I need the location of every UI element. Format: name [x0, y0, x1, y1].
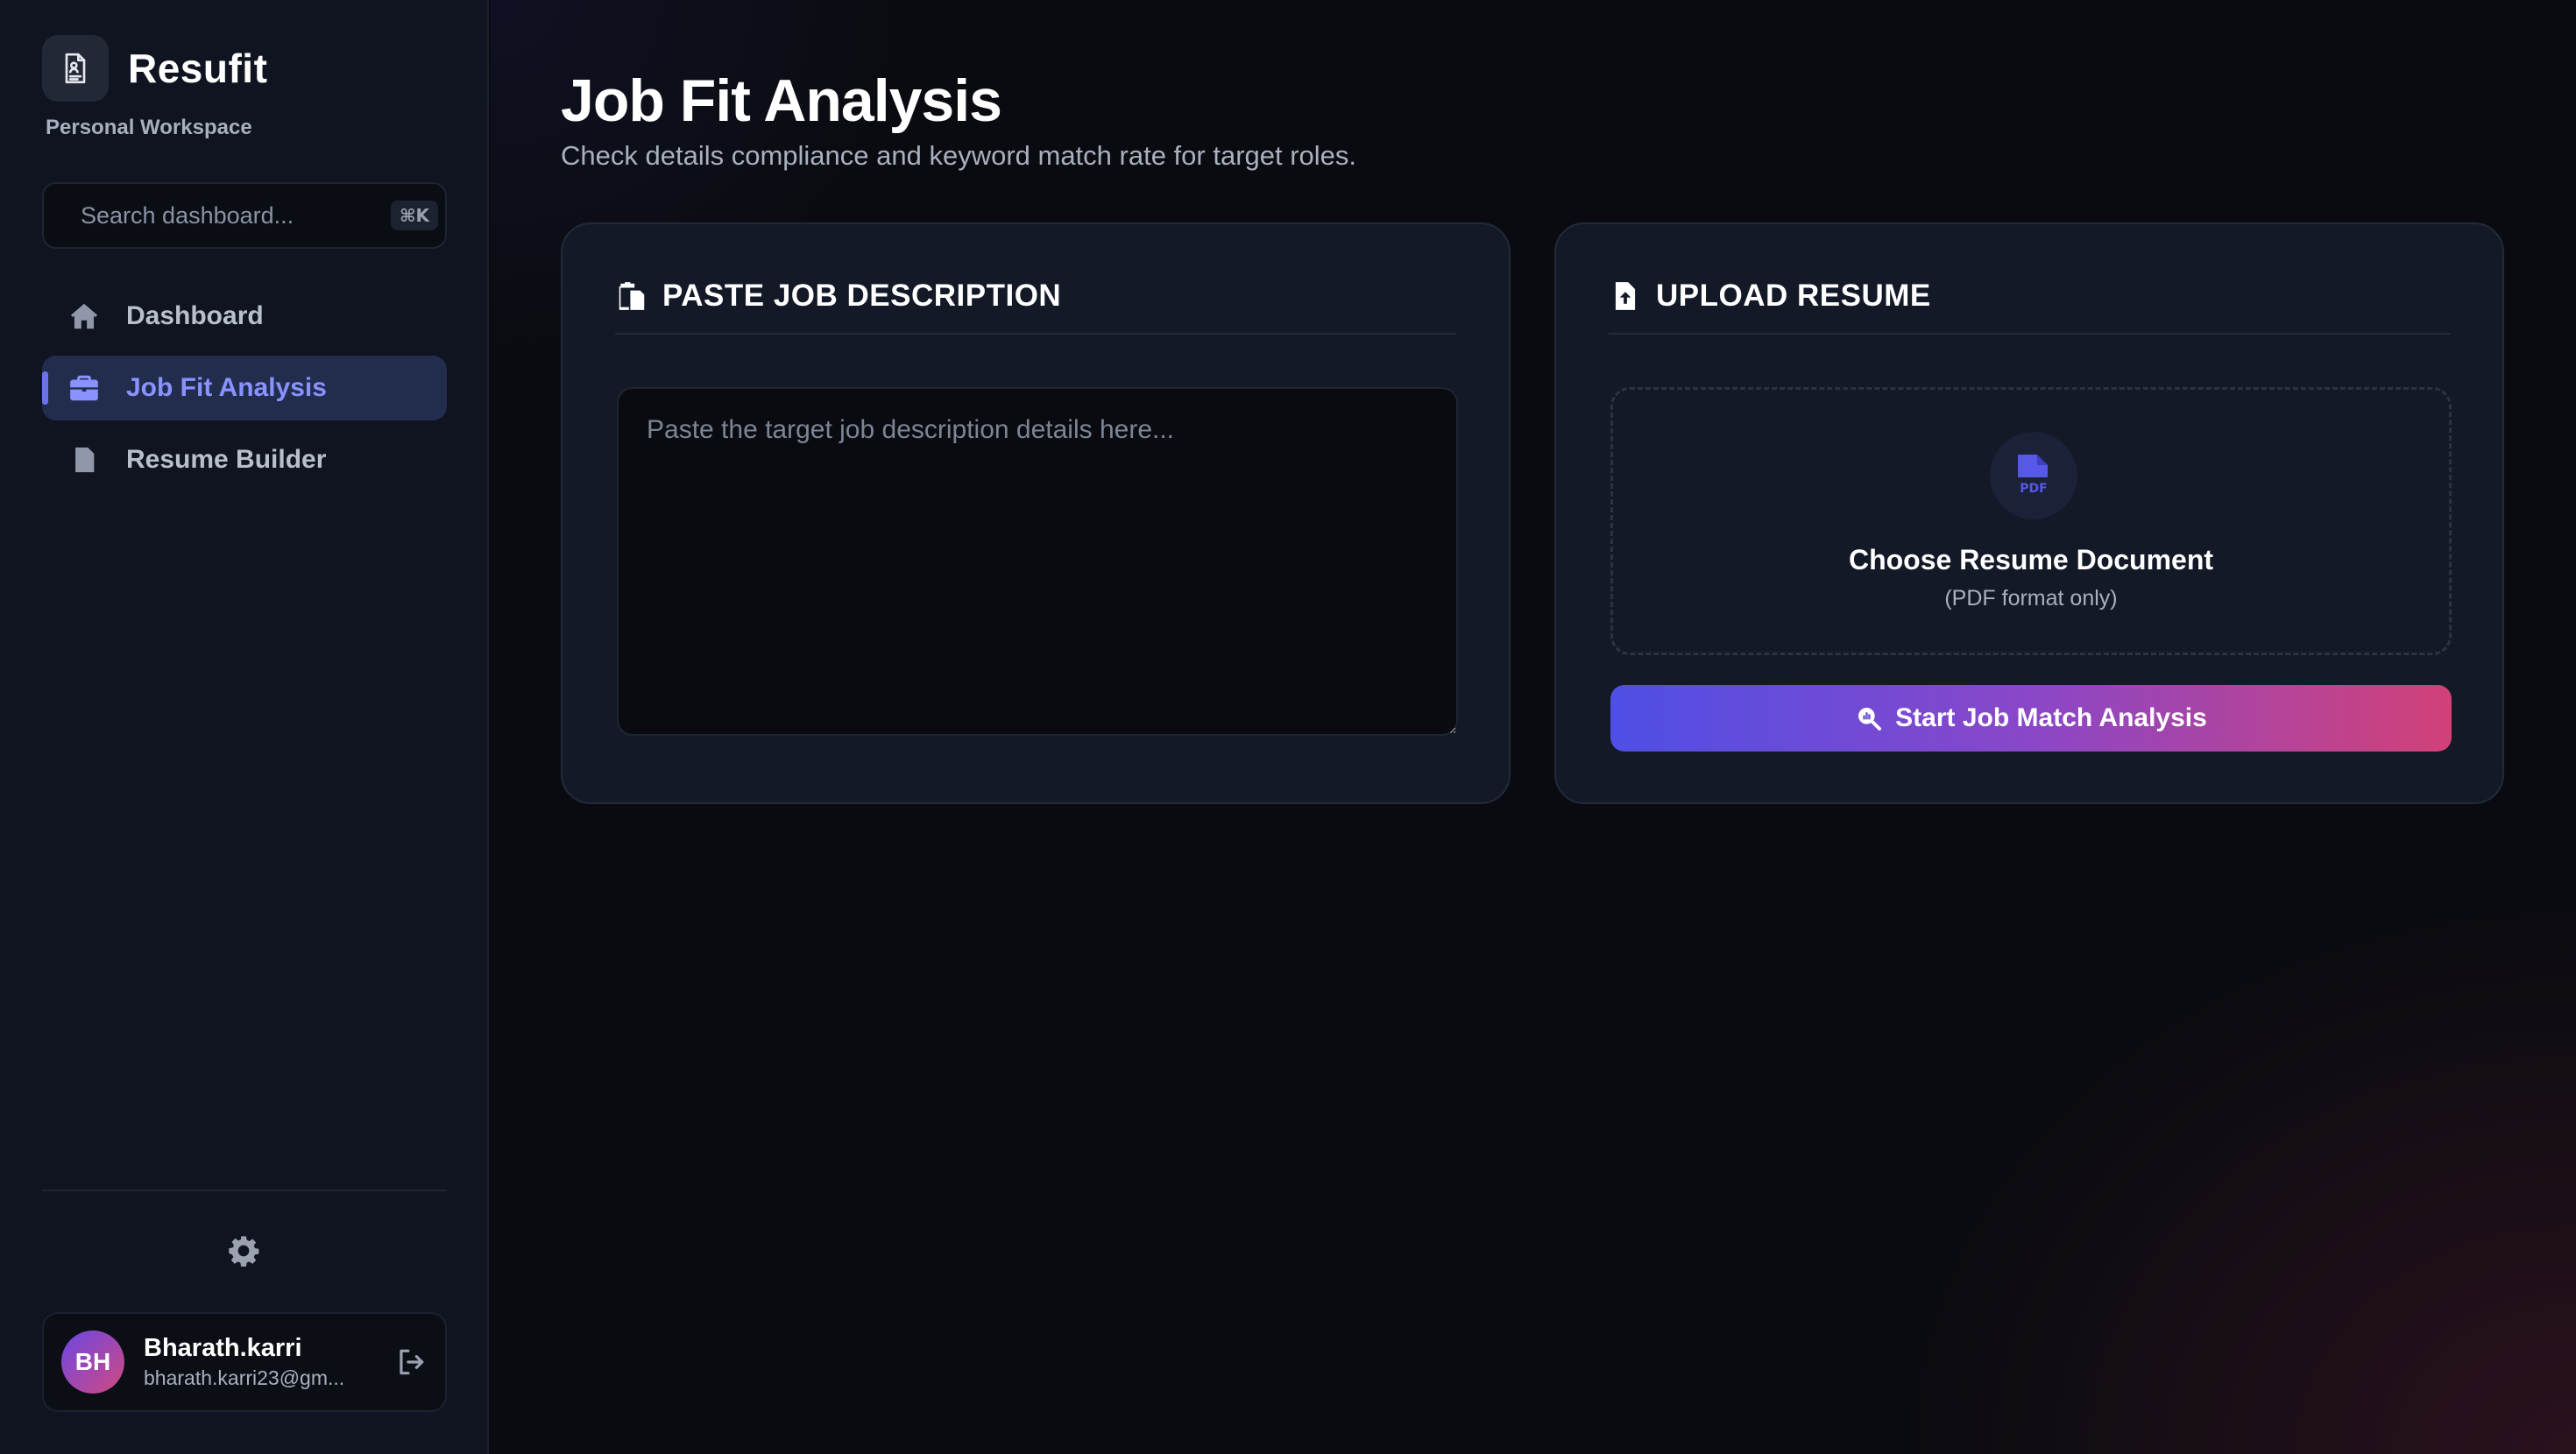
job-description-card: PASTE JOB DESCRIPTION — [561, 222, 1511, 804]
brand[interactable]: Resufit — [42, 35, 267, 102]
upload-resume-card: UPLOAD RESUME PDF Choose Resume Document… — [1554, 222, 2504, 804]
sidebar-nav: Dashboard Job Fit Analysis Resume Builde… — [42, 284, 447, 499]
search-box[interactable]: ⌘K — [42, 182, 447, 249]
user-email: bharath.karri23@gm... — [144, 1366, 345, 1389]
card-title: UPLOAD RESUME — [1656, 279, 1931, 313]
gear-icon[interactable] — [226, 1233, 261, 1268]
start-analysis-button[interactable]: Start Job Match Analysis — [1610, 685, 2452, 752]
home-icon — [67, 299, 102, 334]
clipboard-paste-icon — [619, 282, 645, 310]
svg-text:PDF: PDF — [2020, 482, 2047, 496]
resume-logo-icon — [42, 35, 109, 102]
avatar: BH — [61, 1330, 124, 1394]
page-title: Job Fit Analysis — [561, 67, 1002, 134]
card-header: PASTE JOB DESCRIPTION — [615, 279, 1456, 335]
sidebar-item-label: Job Fit Analysis — [126, 373, 327, 402]
card-title: PASTE JOB DESCRIPTION — [662, 279, 1062, 313]
sidebar-divider — [42, 1189, 447, 1191]
page-subtitle: Check details compliance and keyword mat… — [561, 140, 1357, 171]
sidebar-item-resume-builder[interactable]: Resume Builder — [42, 427, 447, 492]
sidebar-item-label: Resume Builder — [126, 445, 327, 474]
search-shortcut-badge: ⌘K — [391, 201, 439, 230]
app-name: Resufit — [128, 46, 268, 91]
sidebar-item-job-fit-analysis[interactable]: Job Fit Analysis — [42, 356, 447, 420]
document-icon — [67, 442, 102, 477]
user-card[interactable]: BH Bharath.karri bharath.karri23@gm... — [42, 1312, 447, 1412]
resume-dropzone[interactable]: PDF Choose Resume Document (PDF format o… — [1610, 387, 2452, 655]
button-label: Start Job Match Analysis — [1895, 703, 2207, 732]
sidebar-item-label: Dashboard — [126, 301, 264, 330]
logout-icon[interactable] — [394, 1345, 428, 1379]
sidebar: Resufit Personal Workspace ⌘K Dashboard … — [0, 0, 489, 1454]
pdf-file-icon: PDF — [1990, 432, 2077, 519]
sidebar-item-dashboard[interactable]: Dashboard — [42, 284, 447, 349]
card-header: UPLOAD RESUME — [1609, 279, 2450, 335]
magnifier-chart-icon — [1858, 708, 1882, 731]
search-input[interactable] — [81, 201, 391, 229]
file-upload-icon — [1615, 282, 1636, 310]
briefcase-icon — [67, 371, 102, 406]
upload-title: Choose Resume Document — [1848, 544, 2214, 575]
workspace-label: Personal Workspace — [46, 116, 252, 139]
upload-format-note: (PDF format only) — [1944, 586, 2118, 611]
user-info: Bharath.karri bharath.karri23@gm... — [144, 1334, 394, 1390]
job-description-textarea[interactable] — [617, 387, 1458, 736]
user-name: Bharath.karri — [144, 1334, 302, 1362]
